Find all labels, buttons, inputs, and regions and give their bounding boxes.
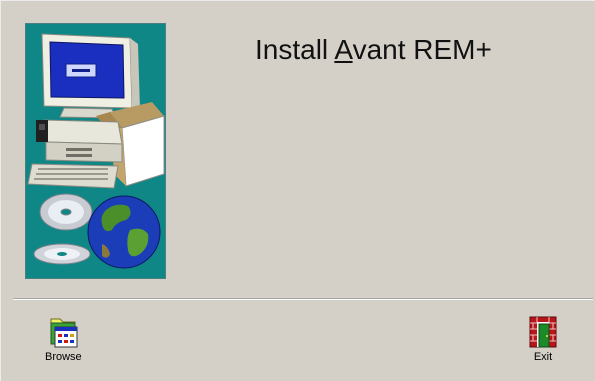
exit-door-icon bbox=[529, 316, 557, 348]
cd-discs-icon bbox=[33, 193, 93, 265]
browse-label: Browse bbox=[45, 351, 82, 363]
toolbar-separator bbox=[13, 298, 593, 300]
exit-label: Exit bbox=[533, 351, 553, 363]
install-avant-rem-link[interactable]: Install Avant REM+ bbox=[255, 34, 492, 66]
globe-icon bbox=[87, 195, 161, 269]
computer-cds-globe-illustration bbox=[27, 33, 165, 269]
installer-artwork bbox=[25, 23, 166, 279]
install-suffix-text: vant REM+ bbox=[352, 34, 492, 65]
folder-grid-icon bbox=[50, 318, 78, 348]
keyboard-icon bbox=[27, 163, 119, 189]
install-accelerator-key: A bbox=[334, 34, 353, 65]
browse-button[interactable]: Browse bbox=[45, 315, 82, 363]
install-prefix-text: Install bbox=[255, 34, 335, 65]
monitor-icon bbox=[41, 33, 140, 119]
exit-button[interactable]: Exit bbox=[527, 315, 559, 363]
installer-dialog: Install Avant REM+ Browse Exit bbox=[0, 0, 595, 381]
desktop-unit-icon bbox=[36, 119, 123, 163]
